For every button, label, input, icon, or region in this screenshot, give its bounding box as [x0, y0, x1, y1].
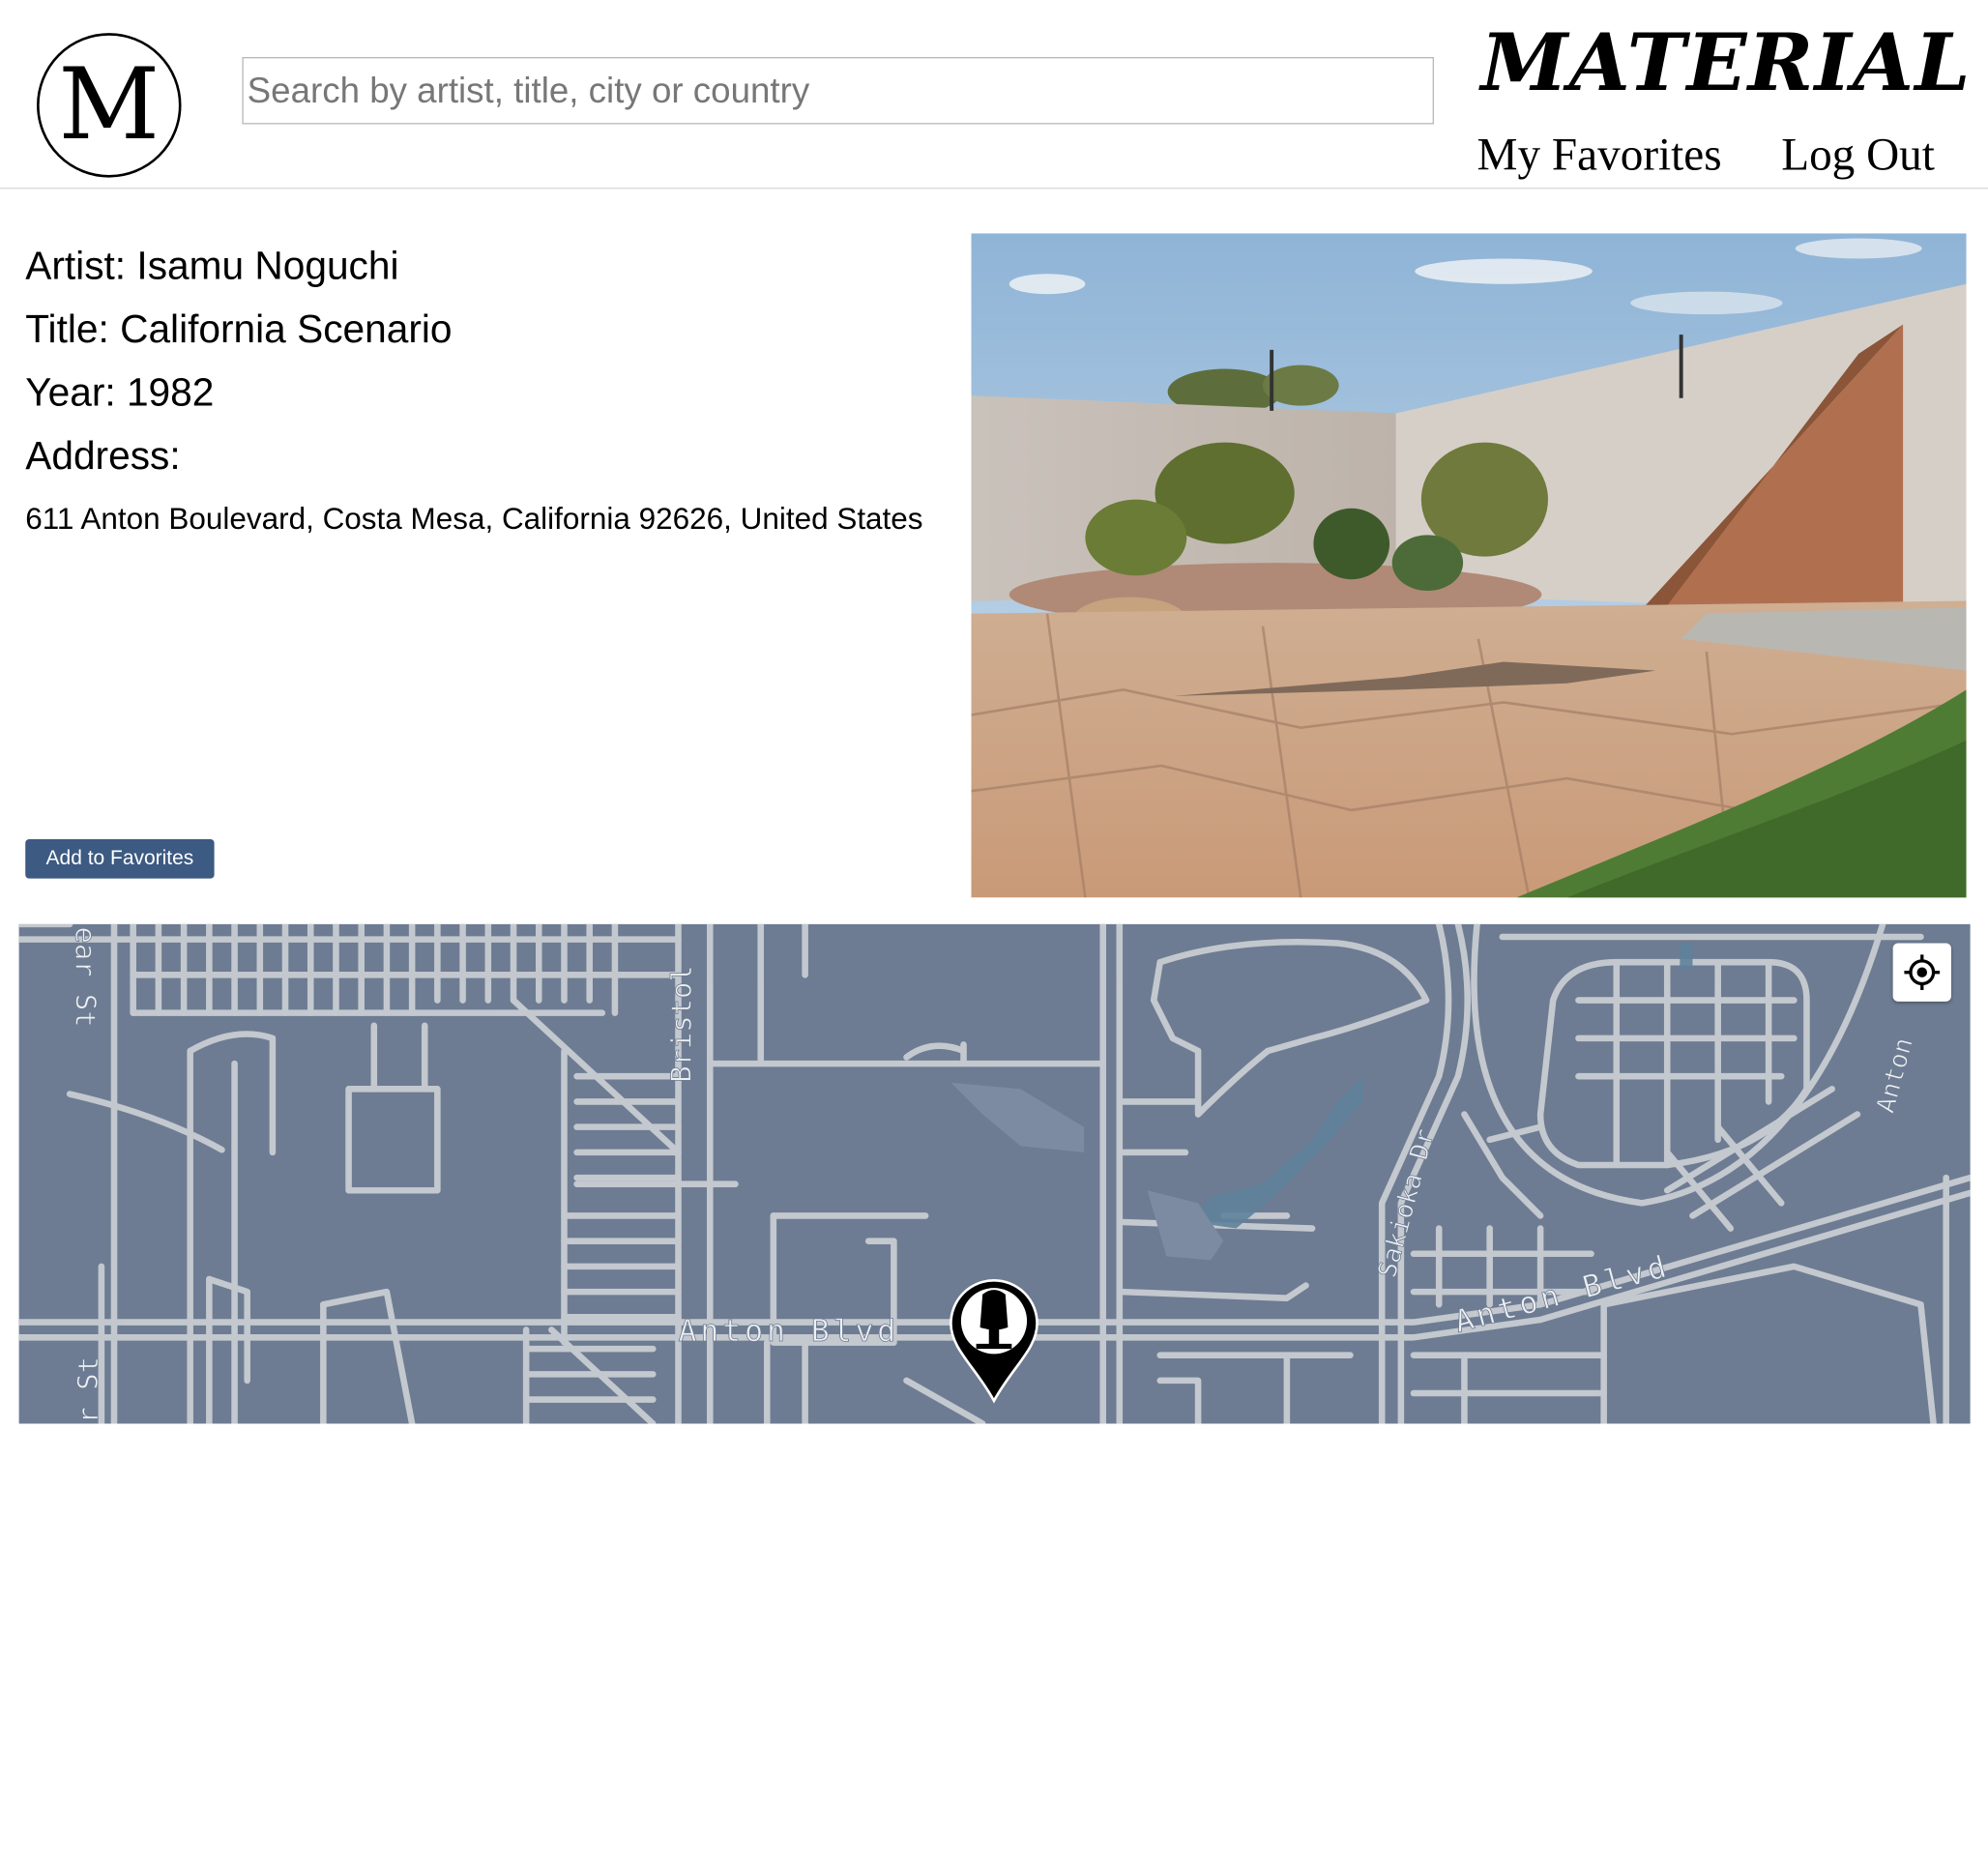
sculpture-garden-image [971, 233, 1967, 898]
crosshair-locate-icon [1904, 954, 1941, 991]
map-label-pear-st: ear St [70, 926, 102, 1027]
logo-icon[interactable]: M [37, 33, 182, 178]
map-label-harbor-st: r St [72, 1356, 104, 1423]
my-favorites-link[interactable]: My Favorites [1477, 127, 1722, 183]
map-label-anton-blvd-west: Anton Blvd [678, 1314, 899, 1349]
map-canvas[interactable]: Bristol ear St r St Anton Blvd Anton Blv… [18, 923, 1971, 1424]
search-input[interactable] [242, 57, 1434, 125]
brand-wordmark[interactable]: MATERIAL [1480, 17, 1970, 108]
location-map[interactable]: Bristol ear St r St Anton Blvd Anton Blv… [18, 923, 1971, 1424]
locate-me-button[interactable] [1892, 943, 1951, 1002]
log-out-link[interactable]: Log Out [1781, 127, 1935, 183]
page: M MATERIAL My Favorites Log Out Artist: … [0, 0, 1988, 1424]
artist-line: Artist: Isamu Noguchi [25, 243, 399, 288]
address-label: Address: [25, 433, 181, 479]
artwork-details: Artist: Isamu Noguchi Title: California … [25, 235, 938, 552]
year-line: Year: 1982 [25, 369, 215, 415]
add-to-favorites-button[interactable]: Add to Favorites [25, 839, 215, 879]
title-line: Title: California Scenario [25, 306, 453, 352]
address-text: 611 Anton Boulevard, Costa Mesa, Califor… [25, 502, 923, 537]
map-label-bristol: Bristol [665, 965, 698, 1082]
artwork-photo [971, 233, 1967, 898]
top-bar: M MATERIAL My Favorites Log Out [0, 0, 1988, 190]
